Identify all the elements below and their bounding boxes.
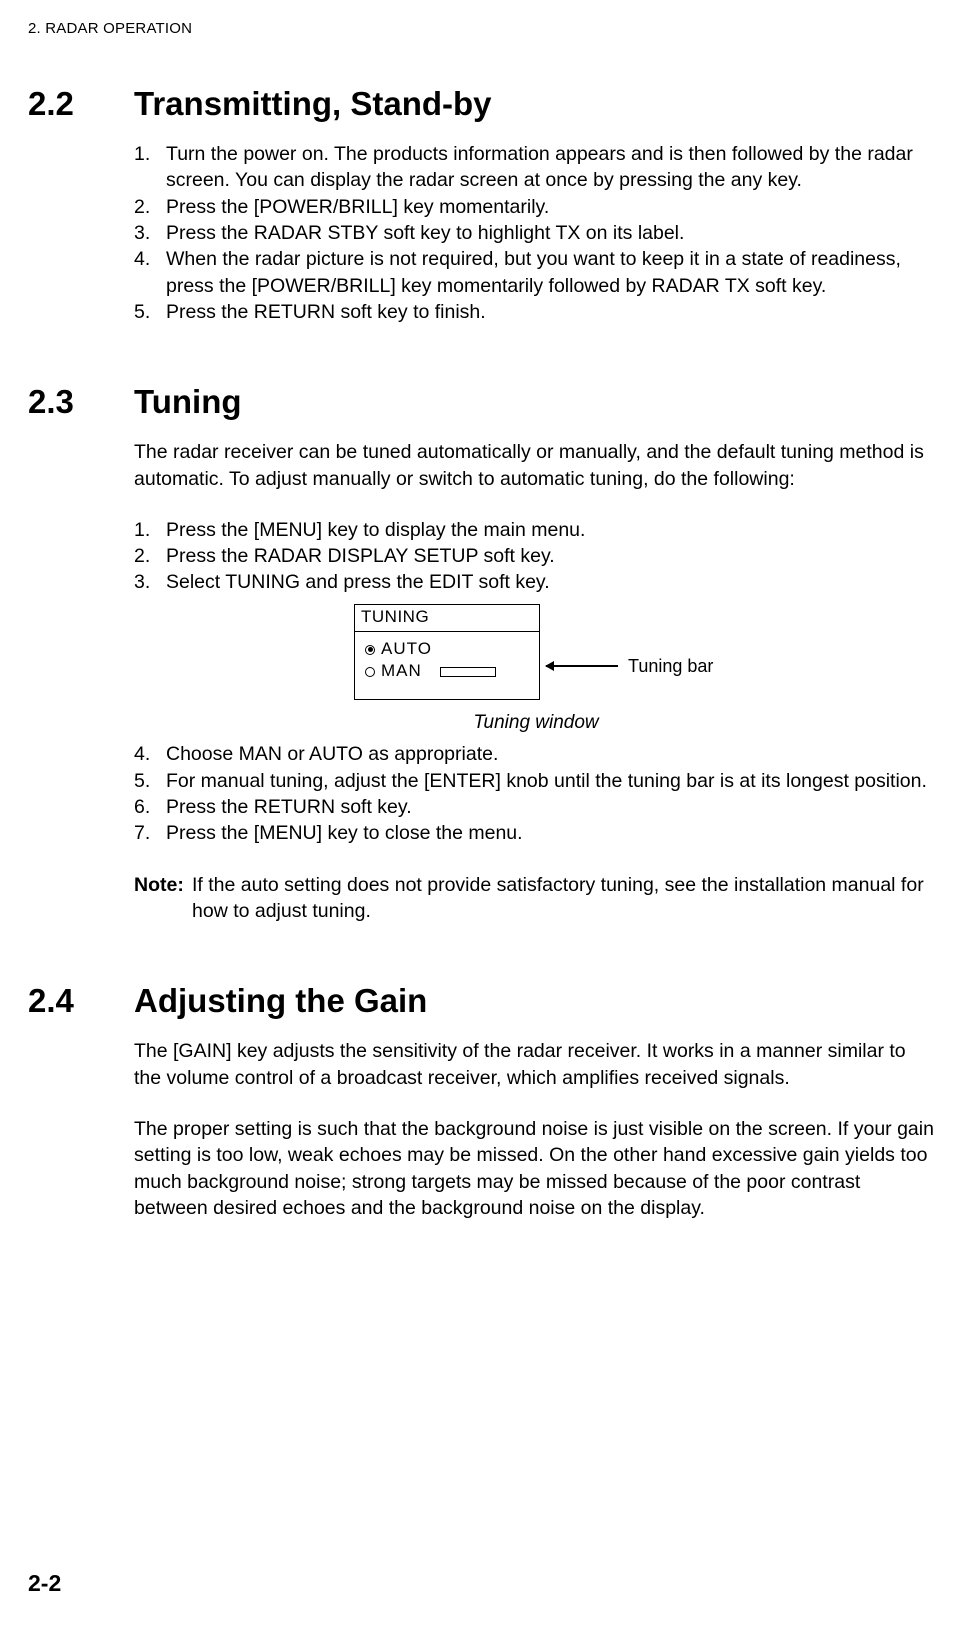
list-item: 5.Press the RETURN soft key to finish. xyxy=(134,299,938,325)
list-item-number: 3. xyxy=(134,569,166,595)
ordered-list: 1.Turn the power on. The products inform… xyxy=(134,141,938,325)
list-item: 2.Press the RADAR DISPLAY SETUP soft key… xyxy=(134,543,938,569)
tuning-bar-icon xyxy=(440,667,496,677)
list-item-number: 7. xyxy=(134,820,166,846)
tuning-figure: TUNINGAUTOMANTuning bar xyxy=(134,604,938,704)
section: 2.2Transmitting, Stand-by 1.Turn the powe… xyxy=(28,85,938,325)
running-header: 2. RADAR OPERATION xyxy=(28,20,938,37)
list-item-text: When the radar picture is not required, … xyxy=(166,246,938,299)
section-number: 2.3 xyxy=(28,383,134,421)
list-item-text: Press the [MENU] key to display the main… xyxy=(166,517,938,543)
radio-selected-icon xyxy=(365,645,375,655)
list-item-text: Turn the power on. The products informat… xyxy=(166,141,938,194)
tuning-box: TUNINGAUTOMAN xyxy=(354,604,540,700)
note-text: If the auto setting does not provide sat… xyxy=(192,872,938,925)
list-item: 2.Press the [POWER/BRILL] key momentaril… xyxy=(134,194,938,220)
paragraph: The [GAIN] key adjusts the sensitivity o… xyxy=(134,1038,938,1091)
list-item-number: 4. xyxy=(134,741,166,767)
tuning-option-man: MAN xyxy=(365,661,533,683)
callout-label: Tuning bar xyxy=(628,654,713,678)
paragraph: The radar receiver can be tuned automati… xyxy=(134,439,938,492)
section-number: 2.2 xyxy=(28,85,134,123)
ordered-list: 4.Choose MAN or AUTO as appropriate.5.Fo… xyxy=(134,741,938,846)
list-item-number: 2. xyxy=(134,194,166,220)
list-item: 3.Select TUNING and press the EDIT soft … xyxy=(134,569,938,595)
section-number: 2.4 xyxy=(28,982,134,1020)
list-item: 5.For manual tuning, adjust the [ENTER] … xyxy=(134,768,938,794)
tuning-option-auto: AUTO xyxy=(365,639,533,661)
section: 2.3Tuning The radar receiver can be tuned… xyxy=(28,383,938,924)
section-heading: 2.2Transmitting, Stand-by xyxy=(28,85,938,123)
figure-callout: Tuning bar xyxy=(546,654,713,678)
tuning-box-title: TUNING xyxy=(355,605,539,632)
figure-caption: Tuning window xyxy=(134,710,938,736)
list-item-text: For manual tuning, adjust the [ENTER] kn… xyxy=(166,768,938,794)
page-number: 2-2 xyxy=(28,1570,61,1597)
list-item: 4.Choose MAN or AUTO as appropriate. xyxy=(134,741,938,767)
section-body: The radar receiver can be tuned automati… xyxy=(134,439,938,924)
list-item-text: Select TUNING and press the EDIT soft ke… xyxy=(166,569,938,595)
note-label: Note: xyxy=(134,872,192,925)
list-item-number: 3. xyxy=(134,220,166,246)
list-item-number: 1. xyxy=(134,517,166,543)
note: Note: If the auto setting does not provi… xyxy=(134,872,938,925)
section-heading: 2.4Adjusting the Gain xyxy=(28,982,938,1020)
ordered-list: 1.Press the [MENU] key to display the ma… xyxy=(134,517,938,596)
list-item: 6.Press the RETURN soft key. xyxy=(134,794,938,820)
section-title: Tuning xyxy=(134,383,938,421)
section-title: Transmitting, Stand-by xyxy=(134,85,938,123)
paragraph: The proper setting is such that the back… xyxy=(134,1116,938,1221)
section: 2.4Adjusting the Gain The [GAIN] key adju… xyxy=(28,982,938,1221)
list-item-text: Choose MAN or AUTO as appropriate. xyxy=(166,741,938,767)
list-item-text: Press the [MENU] key to close the menu. xyxy=(166,820,938,846)
tuning-option-label: MAN xyxy=(381,660,436,683)
list-item: 1.Press the [MENU] key to display the ma… xyxy=(134,517,938,543)
list-item: 4.When the radar picture is not required… xyxy=(134,246,938,299)
list-item-text: Press the [POWER/BRILL] key momentarily. xyxy=(166,194,938,220)
list-item-number: 5. xyxy=(134,299,166,325)
section-title: Adjusting the Gain xyxy=(134,982,938,1020)
tuning-box-body: AUTOMAN xyxy=(355,632,539,689)
list-item: 1.Turn the power on. The products inform… xyxy=(134,141,938,194)
list-item-number: 6. xyxy=(134,794,166,820)
list-item: 3.Press the RADAR STBY soft key to highl… xyxy=(134,220,938,246)
section-body: The [GAIN] key adjusts the sensitivity o… xyxy=(134,1038,938,1221)
list-item: 7.Press the [MENU] key to close the menu… xyxy=(134,820,938,846)
list-item-number: 2. xyxy=(134,543,166,569)
list-item-text: Press the RETURN soft key. xyxy=(166,794,938,820)
list-item-text: Press the RETURN soft key to finish. xyxy=(166,299,938,325)
list-item-number: 1. xyxy=(134,141,166,194)
radio-unselected-icon xyxy=(365,667,375,677)
list-item-number: 5. xyxy=(134,768,166,794)
arrow-left-icon xyxy=(546,665,618,667)
section-heading: 2.3Tuning xyxy=(28,383,938,421)
tuning-option-label: AUTO xyxy=(381,638,436,661)
list-item-text: Press the RADAR STBY soft key to highlig… xyxy=(166,220,938,246)
list-item-text: Press the RADAR DISPLAY SETUP soft key. xyxy=(166,543,938,569)
section-body: 1.Turn the power on. The products inform… xyxy=(134,141,938,325)
list-item-number: 4. xyxy=(134,246,166,299)
